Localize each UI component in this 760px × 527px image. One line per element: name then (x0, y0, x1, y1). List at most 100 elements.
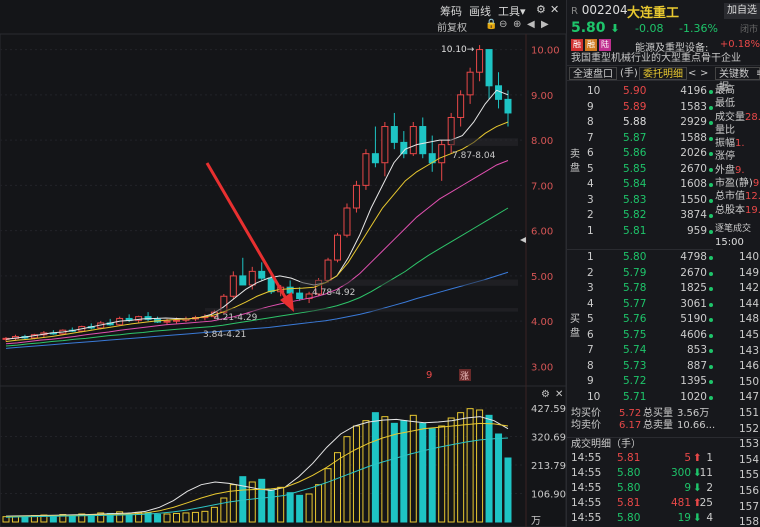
zoom-in-icon[interactable]: ⊕ (513, 19, 521, 30)
settings-icon[interactable]: ⚙ (536, 3, 546, 16)
ask-level: 5 (587, 162, 594, 175)
price-change-pct: -1.36% (679, 22, 718, 35)
bid-row[interactable]: 10 5.71 1020 (567, 390, 713, 406)
price-adjust-dropdown[interactable]: 前复权 (437, 19, 467, 34)
volume-bar-down (390, 422, 398, 523)
candle-down (267, 277, 275, 293)
bid-row[interactable]: 9 5.72 1395 (567, 374, 713, 390)
tick-row: 148 (739, 313, 760, 326)
kline-chart[interactable]: 10.00 9.00 8.00 7.00 6.00 5.00 4.00 3.00 427.59 3… (0, 0, 566, 527)
green-dot-icon (709, 198, 713, 203)
volume-bar-up (381, 416, 389, 523)
tab-order-detail[interactable]: 委托明细 (639, 67, 687, 80)
green-dot-icon (709, 333, 713, 338)
step-back-icon[interactable]: ◀ (527, 19, 535, 30)
avg-sell-row: 均卖价 6.17 总卖量 10.66... (567, 420, 760, 432)
quote-panel: R 002204 大连重工 加自选 5.80 ⬇ -0.08 -1.36% 闭市… (566, 0, 760, 527)
tools-button[interactable]: 工具▾ (498, 3, 526, 19)
trades-header[interactable]: 成交明细（手） (567, 437, 760, 451)
bid-row[interactable]: 5 5.76 5190 (567, 312, 713, 328)
volume-bar-down (400, 420, 408, 523)
trade-volume: 9 (684, 482, 691, 494)
ask-row[interactable]: 2 5.82 3874 (567, 208, 713, 224)
volume-bar-down (371, 412, 379, 523)
green-dot-icon (709, 183, 713, 187)
trade-time: 14:55 (571, 497, 602, 509)
tab-unit: (手) (620, 68, 638, 79)
volume-tick-label: 万 (531, 516, 541, 527)
stat-key: 外盘 (715, 164, 735, 176)
tick-row: 147 (739, 391, 760, 404)
trade-time: 14:55 (571, 467, 602, 479)
ask-row[interactable]: 4 5.84 1608 (567, 177, 713, 193)
ask-row[interactable]: 7 5.87 1588 (567, 131, 713, 147)
tab-menu-icon[interactable]: ≡ (753, 67, 760, 80)
stat-value: 9 (752, 178, 760, 190)
tab-full-book[interactable]: 全速盘口 (569, 67, 617, 80)
ask-level: 1 (587, 224, 594, 237)
price-annotation: 10.10→ (441, 45, 475, 55)
lock-icon[interactable]: 🔒 (485, 19, 497, 30)
ask-row[interactable]: 3 5.83 1550 (567, 193, 713, 209)
volume-close-icon[interactable]: ✕ (555, 389, 563, 400)
ask-row[interactable]: 9 5.89 1583 (567, 100, 713, 116)
avg-summary: 均买价 5.72 总买量 3.56万 均卖价 6.17 总卖量 10.66... (567, 408, 760, 432)
ask-row[interactable]: 10 5.90 4196 (567, 84, 713, 100)
industry-label[interactable]: 能源及重型设备: (635, 39, 708, 54)
green-dot-icon (709, 121, 713, 125)
ask-volume: 1588 (680, 131, 707, 144)
ask-level: 6 (587, 147, 594, 159)
code-value: 002204 (581, 3, 628, 17)
step-forward-icon[interactable]: ▶ (541, 19, 549, 30)
bid-row[interactable]: 4 5.77 3061 (567, 297, 713, 313)
trade-count: 1 (706, 452, 713, 464)
trade-price: 5.81 (617, 452, 641, 464)
ask-volume: 2929 (680, 116, 707, 128)
candle-up (438, 144, 446, 164)
ask-price: 5.86 (623, 147, 647, 159)
bid-level: 8 (587, 359, 594, 372)
draw-line-button[interactable]: 画线 (469, 3, 491, 19)
green-dot-icon (709, 105, 713, 110)
ask-row[interactable]: 8 5.88 2929 (567, 115, 713, 131)
bid-row[interactable]: 3 5.78 1825 (567, 281, 713, 297)
bid-row[interactable]: 2 5.79 2670 (567, 266, 713, 282)
volume-bar-up (352, 425, 360, 523)
add-watchlist-button[interactable]: 加自选 (724, 3, 760, 19)
stat-value: 28. (745, 111, 760, 123)
volume-gear-icon[interactable]: ⚙ (541, 389, 550, 400)
ask-level: 8 (587, 116, 594, 128)
volume-bar-down (258, 478, 266, 523)
stat-row: 最低 (715, 97, 760, 110)
candle-down (495, 85, 503, 100)
bid-volume: 4606 (680, 328, 707, 341)
candle-down (258, 270, 266, 279)
chip-distribution-button[interactable]: 筹码 (440, 3, 462, 19)
bid-volume: 853 (686, 344, 707, 356)
ask-row[interactable]: 1 5.81 959 (567, 224, 713, 240)
ask-row[interactable]: 6 5.86 2026 (567, 146, 713, 162)
tab-next-icon[interactable]: > (697, 67, 711, 80)
zoom-out-icon[interactable]: ⊖ (499, 19, 507, 30)
close-icon[interactable]: ✕ (550, 3, 559, 16)
candle-up (248, 270, 256, 286)
bid-row[interactable]: 7 5.74 853 (567, 343, 713, 359)
kline-svg[interactable]: 10.00 9.00 8.00 7.00 6.00 5.00 4.00 3.00 427.59 3… (0, 0, 566, 527)
candle-down (371, 153, 379, 164)
bid-row[interactable]: 1 5.80 4798 (567, 250, 713, 266)
trade-time: 14:55 (571, 512, 602, 524)
bid-row[interactable]: 8 5.73 887 (567, 359, 713, 375)
bid-row[interactable]: 6 5.75 4606 (567, 328, 713, 344)
tick-header[interactable]: 逐笔成交 (715, 222, 760, 236)
price-panel-frame (0, 33, 566, 387)
volume-bar-up (315, 484, 323, 523)
bid-level: 10 (587, 390, 601, 403)
tick-row: 144 (739, 297, 760, 310)
stat-row: 涨停 (715, 150, 760, 163)
avg-buy-row: 均买价 5.72 总买量 3.56万 (567, 408, 760, 420)
trade-time: 14:55 (571, 452, 602, 464)
ask-volume: 1550 (680, 193, 707, 206)
ask-row[interactable]: 5 5.85 2670 (567, 162, 713, 178)
price-tick-label: 4.00 (531, 317, 553, 328)
tick-row: 146 (739, 360, 760, 373)
